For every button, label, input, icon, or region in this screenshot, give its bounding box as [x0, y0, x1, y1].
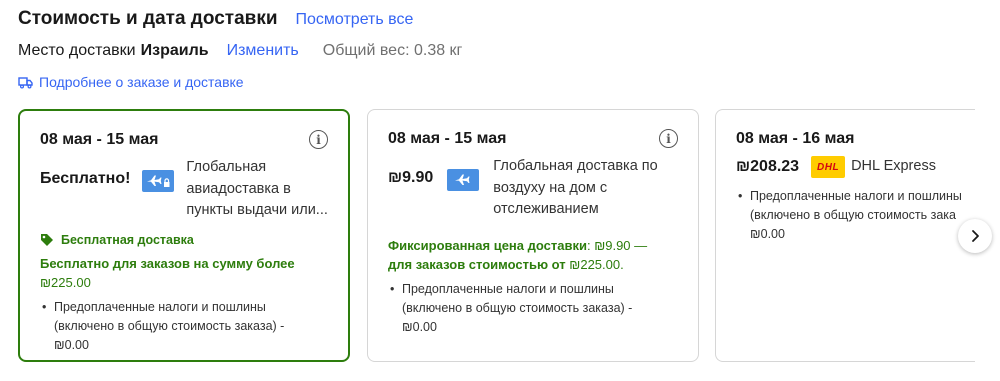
- promo-text: Бесплатно для заказов на сумму более ₪22…: [40, 254, 328, 292]
- duties-amount: ₪0.00: [750, 227, 785, 241]
- chevron-right-icon: [972, 230, 979, 242]
- details-link[interactable]: Подробнее о заказе и доставке: [18, 74, 244, 90]
- airplane-lock-icon: [142, 170, 175, 192]
- shipping-service: Глобальная доставка по воздуху на дом с …: [493, 158, 658, 217]
- section-title: Стоимость и дата доставки: [18, 8, 278, 29]
- promo-description: Бесплатно для заказов на сумму более: [40, 255, 295, 271]
- delivery-country: Израиль: [140, 42, 209, 59]
- shipping-service: Глобальная авиадоставка в пункты выдачи …: [186, 159, 328, 218]
- promo-amount: ₪225.00: [40, 274, 91, 290]
- free-shipping-badge: Бесплатная доставка: [40, 231, 328, 250]
- details-link-label: Подробнее о заказе и доставке: [39, 74, 244, 90]
- shipping-price: ₪9.90: [388, 169, 434, 186]
- promo-amount: ₪225.00.: [569, 256, 624, 272]
- next-arrow-button[interactable]: [958, 219, 992, 253]
- shipping-option-card[interactable]: 08 мая - 16 мая ₪208.23 DHL DHL Express …: [715, 109, 975, 362]
- dhl-logo: DHL: [811, 156, 846, 178]
- shipping-option-card[interactable]: 08 мая - 15 мая i Бесплатно! Глобальная …: [18, 109, 350, 362]
- dhl-logo-text: DHL: [817, 161, 840, 173]
- delivery-location-row: Место доставки Израиль Изменить Общий ве…: [18, 42, 462, 60]
- info-icon[interactable]: i: [309, 130, 328, 149]
- duties-amount: ₪0.00: [54, 337, 89, 352]
- airplane-icon: [447, 169, 480, 191]
- promo-description: для заказов стоимостью от: [388, 256, 566, 272]
- delivery-truck-icon: [18, 76, 33, 89]
- promo-label: Фиксированная цена доставки: [388, 237, 587, 253]
- duties-text: Предоплаченные налоги и пошлины (включен…: [402, 281, 633, 315]
- shipping-option-card[interactable]: 08 мая - 15 мая i ₪9.90 Глобальная доста…: [367, 109, 699, 362]
- duties-amount: ₪0.00: [402, 319, 437, 334]
- delivery-dates: 08 мая - 16 мая: [736, 130, 855, 147]
- section-header: Стоимость и дата доставки Посмотреть все: [18, 8, 413, 30]
- shipping-price: ₪208.23: [736, 158, 800, 175]
- duties-info: Предоплаченные налоги и пошлины (включен…: [736, 187, 975, 244]
- duties-info: Предоплаченные налоги и пошлины (включен…: [388, 280, 658, 337]
- duties-info: Предоплаченные налоги и пошлины (включен…: [40, 298, 310, 355]
- total-weight: Общий вес: 0.38 кг: [322, 42, 463, 59]
- tag-icon: [41, 234, 53, 246]
- shipping-service: DHL Express: [851, 158, 936, 175]
- delivery-dates: 08 мая - 15 мая: [40, 131, 159, 148]
- change-location-link[interactable]: Изменить: [227, 42, 299, 60]
- delivery-location-label: Место доставки: [18, 42, 136, 59]
- promo-price: : ₪9.90 —: [586, 237, 648, 253]
- info-icon[interactable]: i: [659, 129, 678, 148]
- duties-text: Предоплаченные налоги и пошлины (включен…: [750, 189, 962, 222]
- delivery-dates: 08 мая - 15 мая: [388, 130, 507, 147]
- duties-text: Предоплаченные налоги и пошлины (включен…: [54, 299, 285, 333]
- shipping-price: Бесплатно!: [40, 170, 131, 187]
- free-shipping-badge-label: Бесплатная доставка: [61, 232, 194, 247]
- promo-text: Фиксированная цена доставки: ₪9.90 — для…: [388, 236, 678, 274]
- view-all-link[interactable]: Посмотреть все: [296, 11, 414, 29]
